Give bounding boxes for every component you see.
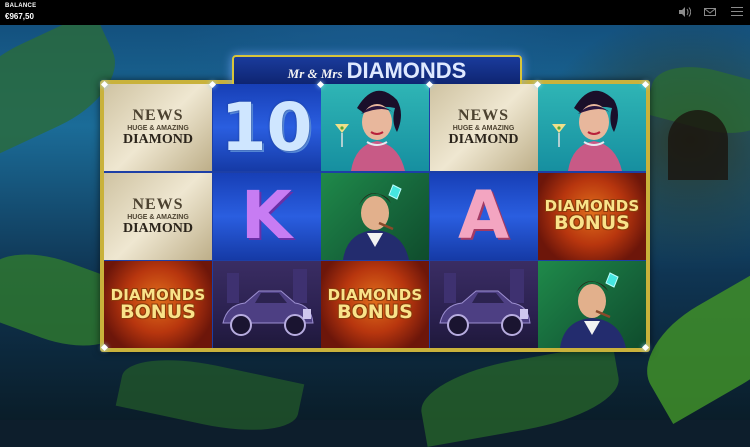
ten-rank-label: 10	[220, 88, 313, 166]
vintage-car-icon	[438, 269, 531, 336]
logo-prefix: Mr & Mrs	[287, 66, 343, 81]
reel-grid[interactable]: NEWS HUGE & AMAZING DIAMOND 10 NEWS HUGE…	[104, 84, 646, 348]
mrs-diamonds-symbol	[538, 84, 646, 171]
mr-diamonds-symbol	[538, 261, 646, 348]
ten-symbol: 10	[212, 84, 321, 171]
newspaper-body: DIAMOND	[123, 132, 193, 147]
ace-symbol: A	[429, 172, 538, 260]
leaf-decoration	[115, 346, 305, 444]
newspaper-subline: HUGE & AMAZING	[452, 125, 515, 132]
newspaper-symbol: NEWS HUGE & AMAZING DIAMOND	[104, 84, 212, 171]
man-with-cigar-icon	[343, 183, 409, 260]
vintage-car-icon	[221, 269, 314, 336]
mr-diamonds-symbol	[321, 172, 429, 260]
newspaper-headline: NEWS	[457, 107, 510, 124]
balance-label: BALANCE	[5, 3, 37, 9]
newspaper-body: DIAMOND	[448, 132, 519, 147]
woman-with-martini-icon	[552, 90, 622, 171]
leaf-decoration	[415, 343, 625, 447]
newspaper-symbol: NEWS HUGE & AMAZING DIAMOND	[104, 172, 212, 260]
bonus-line-2: BONUS	[337, 300, 413, 323]
game-logo: Mr & Mrs DIAMONDS	[232, 55, 522, 87]
top-bar: BALANCE €967,50	[0, 0, 750, 25]
vintage-car-symbol	[429, 261, 538, 348]
diamonds-bonus-symbol: DIAMONDS BONUS	[104, 261, 212, 348]
sound-icon[interactable]	[678, 7, 691, 17]
newspaper-subline: HUGE & AMAZING	[127, 125, 189, 132]
mrs-diamonds-symbol	[321, 84, 429, 171]
ace-rank-label: A	[457, 177, 510, 254]
newspaper-body: DIAMOND	[123, 220, 193, 236]
king-rank-label: K	[240, 177, 293, 254]
menu-icon[interactable]	[731, 7, 743, 19]
newspaper-subline: HUGE & AMAZING	[127, 213, 189, 221]
diamonds-bonus-symbol: DIAMONDS BONUS	[538, 172, 646, 260]
bonus-line-2: BONUS	[554, 212, 630, 234]
king-symbol: K	[212, 172, 321, 260]
newspaper-symbol: NEWS HUGE & AMAZING DIAMOND	[429, 84, 538, 171]
cave-entrance	[668, 110, 728, 180]
woman-with-martini-icon	[335, 90, 405, 171]
newspaper-headline: NEWS	[132, 107, 184, 124]
logo-name: DIAMONDS	[346, 58, 467, 83]
diamonds-bonus-symbol: DIAMONDS BONUS	[321, 261, 429, 348]
man-with-cigar-icon	[560, 272, 626, 348]
bonus-line-2: BONUS	[120, 300, 196, 323]
newspaper-headline: NEWS	[132, 195, 184, 213]
mail-icon[interactable]	[704, 8, 716, 16]
balance-value: €967,50	[5, 12, 34, 21]
vintage-car-symbol	[212, 261, 321, 348]
